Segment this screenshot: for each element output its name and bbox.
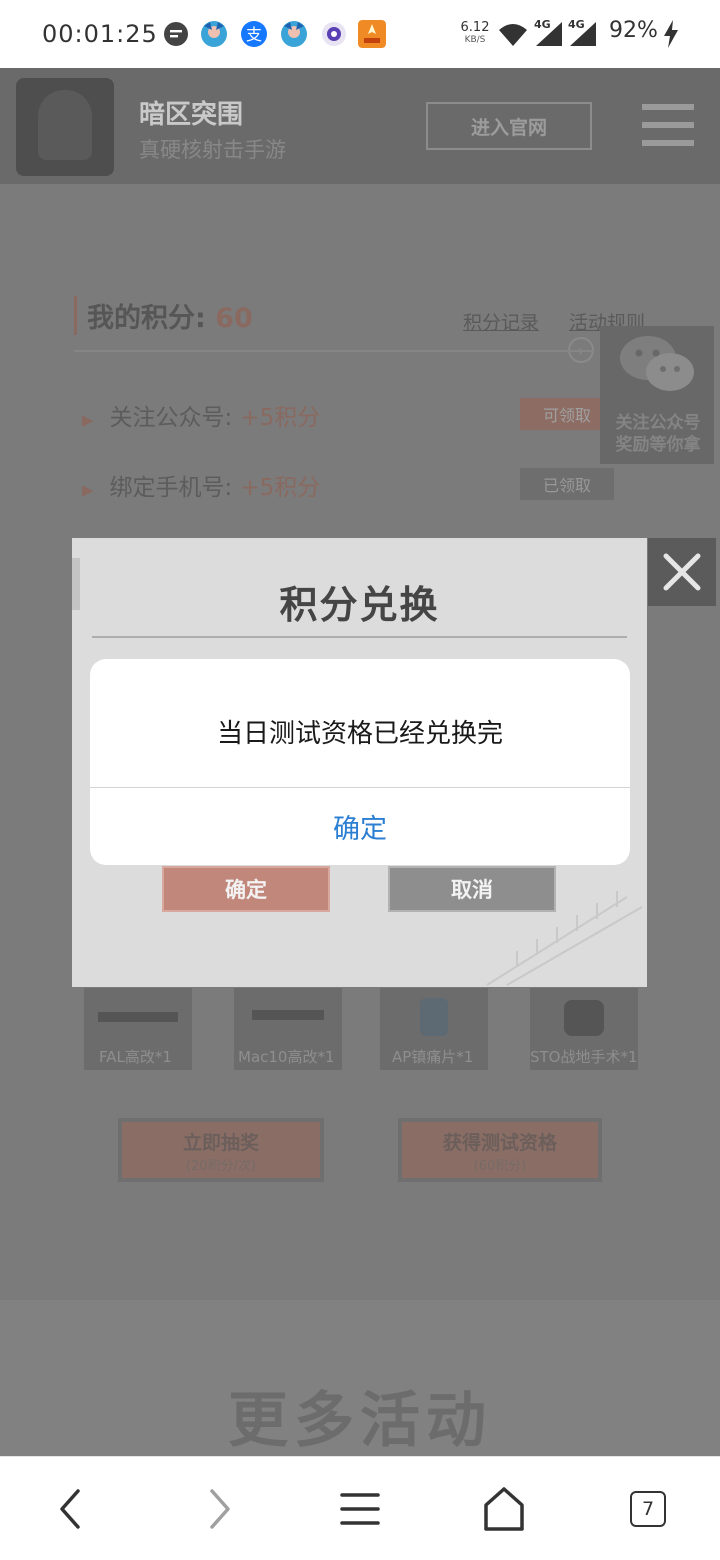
wechat-float-line2: 奖励等你拿 (615, 435, 701, 455)
game-app-icon (358, 20, 386, 48)
wechat-icon (620, 336, 694, 391)
task-follow: ▶ 关注公众号: +5积分 (82, 398, 320, 432)
task-bind-phone: ▶ 绑定手机号: +5积分 (82, 468, 320, 502)
claimed-button: 已领取 (520, 468, 614, 500)
signal-type-2: 4G (568, 18, 585, 31)
prize-label: STO战地手术*1 (530, 1048, 638, 1066)
triangle-icon: ▶ (82, 481, 94, 499)
back-icon[interactable] (48, 1483, 96, 1535)
net-speed-value: 6.12 (460, 20, 490, 35)
get-qualification-button[interactable]: 获得测试资格 (60积分) (398, 1118, 602, 1182)
battery-percent: 92% (609, 18, 658, 43)
message-app-icon (164, 22, 188, 46)
qualify-title: 获得测试资格 (442, 1132, 557, 1154)
site-header: 暗区突围 真硬核射击手游 进入官网 (0, 68, 720, 184)
my-points: 我的积分: 60 (74, 296, 253, 335)
net-speed-unit: KB/S (464, 35, 486, 45)
task-reward: +5积分 (240, 475, 321, 501)
alipay-icon: 支 (241, 21, 267, 47)
official-site-button[interactable]: 进入官网 (426, 102, 592, 150)
menu-icon[interactable] (336, 1483, 384, 1535)
wifi-icon (499, 24, 527, 46)
alert-dialog: 当日测试资格已经兑换完 确定 (90, 659, 630, 865)
surgery-kit-icon (564, 1000, 604, 1036)
qualify-cost: (60积分) (473, 1159, 527, 1174)
browser-app-icon (322, 22, 346, 46)
modal-title: 积分兑换 (279, 583, 440, 627)
browser-bottom-nav: 7 (0, 1456, 720, 1560)
draw-title: 立即抽奖 (182, 1132, 259, 1154)
draw-button[interactable]: 立即抽奖 (20积分/次) (118, 1118, 324, 1182)
task-label: 关注公众号: (109, 405, 233, 431)
task-label: 绑定手机号: (109, 475, 233, 501)
close-icon[interactable] (648, 538, 716, 606)
wechat-follow-float[interactable]: 关注公众号 奖励等你拿 (600, 326, 714, 464)
modal-confirm-button[interactable]: 确定 (162, 866, 330, 912)
points-label: 我的积分: (87, 303, 206, 334)
smg-icon (252, 1010, 324, 1020)
alert-message: 当日测试资格已经兑换完 (216, 719, 503, 749)
signal-type-1: 4G (534, 18, 551, 31)
game-logo (16, 78, 114, 176)
home-icon[interactable] (480, 1483, 528, 1535)
hamburger-menu-icon[interactable] (642, 104, 694, 146)
wechat-float-line1: 关注公众号 (615, 413, 701, 433)
more-activities-title: 更多活动 (228, 1386, 492, 1456)
wechat-float-text: 关注公众号 奖励等你拿 (604, 412, 712, 456)
points-value: 60 (215, 303, 253, 334)
game-avatar-icon (281, 21, 307, 47)
game-title: 暗区突围 (139, 100, 244, 130)
forward-icon[interactable] (194, 1483, 242, 1535)
tabs-count-button[interactable]: 7 (630, 1491, 666, 1527)
game-subtitle: 真硬核射击手游 (139, 138, 286, 162)
rifle-icon (98, 1012, 178, 1022)
svg-text:支: 支 (246, 25, 262, 44)
prize-label: FAL高改*1 (99, 1048, 172, 1066)
prize-label: AP镇痛片*1 (392, 1048, 474, 1066)
charging-icon (664, 20, 678, 48)
more-activities-section: 更多活动 (0, 1300, 720, 1456)
modal-cancel-button[interactable]: 取消 (388, 866, 556, 912)
alert-confirm-button[interactable]: 确定 (90, 788, 630, 865)
status-time: 00:01:25 (42, 20, 158, 48)
painkiller-icon (420, 998, 448, 1036)
prize-label: Mac10高改*1 (238, 1048, 335, 1066)
modal-divider (92, 636, 627, 638)
game-avatar-icon (201, 21, 227, 47)
draw-cost: (20积分/次) (185, 1159, 257, 1174)
net-speed: 6.12 KB/S (460, 20, 490, 46)
triangle-icon: ▶ (82, 411, 94, 429)
divider (74, 350, 594, 352)
points-record-link[interactable]: 积分记录 (463, 308, 539, 335)
status-bar: 00:01:25 支 6.12 KB/S 4G 4G 92% (0, 0, 720, 68)
task-reward: +5积分 (240, 405, 321, 431)
